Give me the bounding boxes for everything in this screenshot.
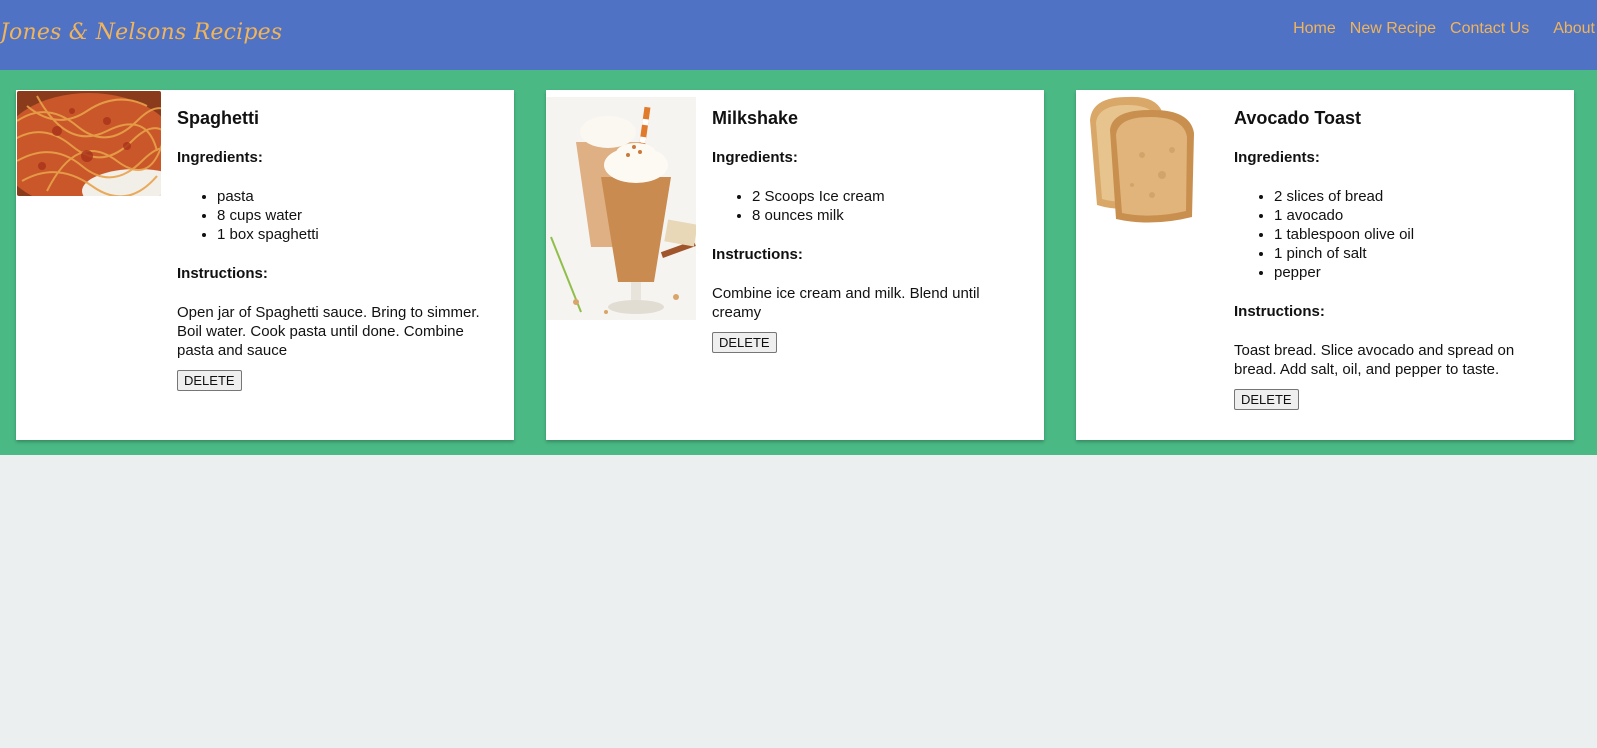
ingredient-item: pasta xyxy=(217,187,498,206)
nav-link-home[interactable]: Home xyxy=(1293,20,1336,38)
toast-photo xyxy=(1082,95,1212,225)
instructions-label: Instructions: xyxy=(1234,303,1325,320)
milkshake-photo xyxy=(546,97,696,320)
ingredients-label: Ingredients: xyxy=(1234,149,1320,166)
ingredients-list: pasta 8 cups water 1 box spaghetti xyxy=(217,187,498,244)
ingredients-label: Ingredients: xyxy=(177,149,263,166)
ingredient-item: 8 cups water xyxy=(217,206,498,225)
ingredient-item: 1 avocado xyxy=(1274,206,1558,225)
delete-button[interactable]: DELETE xyxy=(712,332,777,353)
ingredients-list: 2 Scoops Ice cream 8 ounces milk xyxy=(752,187,1028,225)
instructions-text: Combine ice cream and milk. Blend until … xyxy=(712,285,980,321)
delete-button[interactable]: DELETE xyxy=(1234,389,1299,410)
recipe-title: Avocado Toast xyxy=(1234,108,1362,128)
top-navbar: Jones & Nelsons Recipes Home New Recipe … xyxy=(0,0,1597,70)
ingredient-item: 1 tablespoon olive oil xyxy=(1274,225,1558,244)
ingredients-label: Ingredients: xyxy=(712,149,798,166)
instructions-label: Instructions: xyxy=(712,246,803,263)
ingredient-item: 1 pinch of salt xyxy=(1274,244,1558,263)
recipe-card-body: Milkshake Ingredients: 2 Scoops Ice crea… xyxy=(712,107,1028,353)
ingredient-item: 2 Scoops Ice cream xyxy=(752,187,1028,206)
recipe-card-milkshake: Milkshake Ingredients: 2 Scoops Ice crea… xyxy=(546,90,1044,440)
nav-link-about[interactable]: About xyxy=(1553,20,1595,38)
spaghetti-photo xyxy=(17,91,161,196)
ingredients-list: 2 slices of bread 1 avocado 1 tablespoon… xyxy=(1274,187,1558,282)
instructions-text: Open jar of Spaghetti sauce. Bring to si… xyxy=(177,304,480,359)
nav-link-contact[interactable]: Contact Us xyxy=(1450,20,1529,38)
recipe-title: Milkshake xyxy=(712,108,799,128)
ingredient-item: pepper xyxy=(1274,263,1558,282)
instructions-label: Instructions: xyxy=(177,265,268,282)
ingredient-item: 1 box spaghetti xyxy=(217,225,498,244)
ingredient-item: 2 slices of bread xyxy=(1274,187,1558,206)
instructions-text: Toast bread. Slice avocado and spread on… xyxy=(1234,342,1515,378)
ingredient-item: 8 ounces milk xyxy=(752,206,1028,225)
site-brand[interactable]: Jones & Nelsons Recipes xyxy=(0,20,282,45)
nav-link-new-recipe[interactable]: New Recipe xyxy=(1350,20,1436,38)
recipe-card-body: Avocado Toast Ingredients: 2 slices of b… xyxy=(1234,107,1558,410)
recipe-title: Spaghetti xyxy=(177,108,260,128)
recipe-card-spaghetti: Spaghetti Ingredients: pasta 8 cups wate… xyxy=(16,90,514,440)
recipe-card-body: Spaghetti Ingredients: pasta 8 cups wate… xyxy=(177,107,498,391)
delete-button[interactable]: DELETE xyxy=(177,370,242,391)
nav-links: Home New Recipe Contact Us About xyxy=(1293,20,1597,38)
recipe-card-avocado-toast: Avocado Toast Ingredients: 2 slices of b… xyxy=(1076,90,1574,440)
